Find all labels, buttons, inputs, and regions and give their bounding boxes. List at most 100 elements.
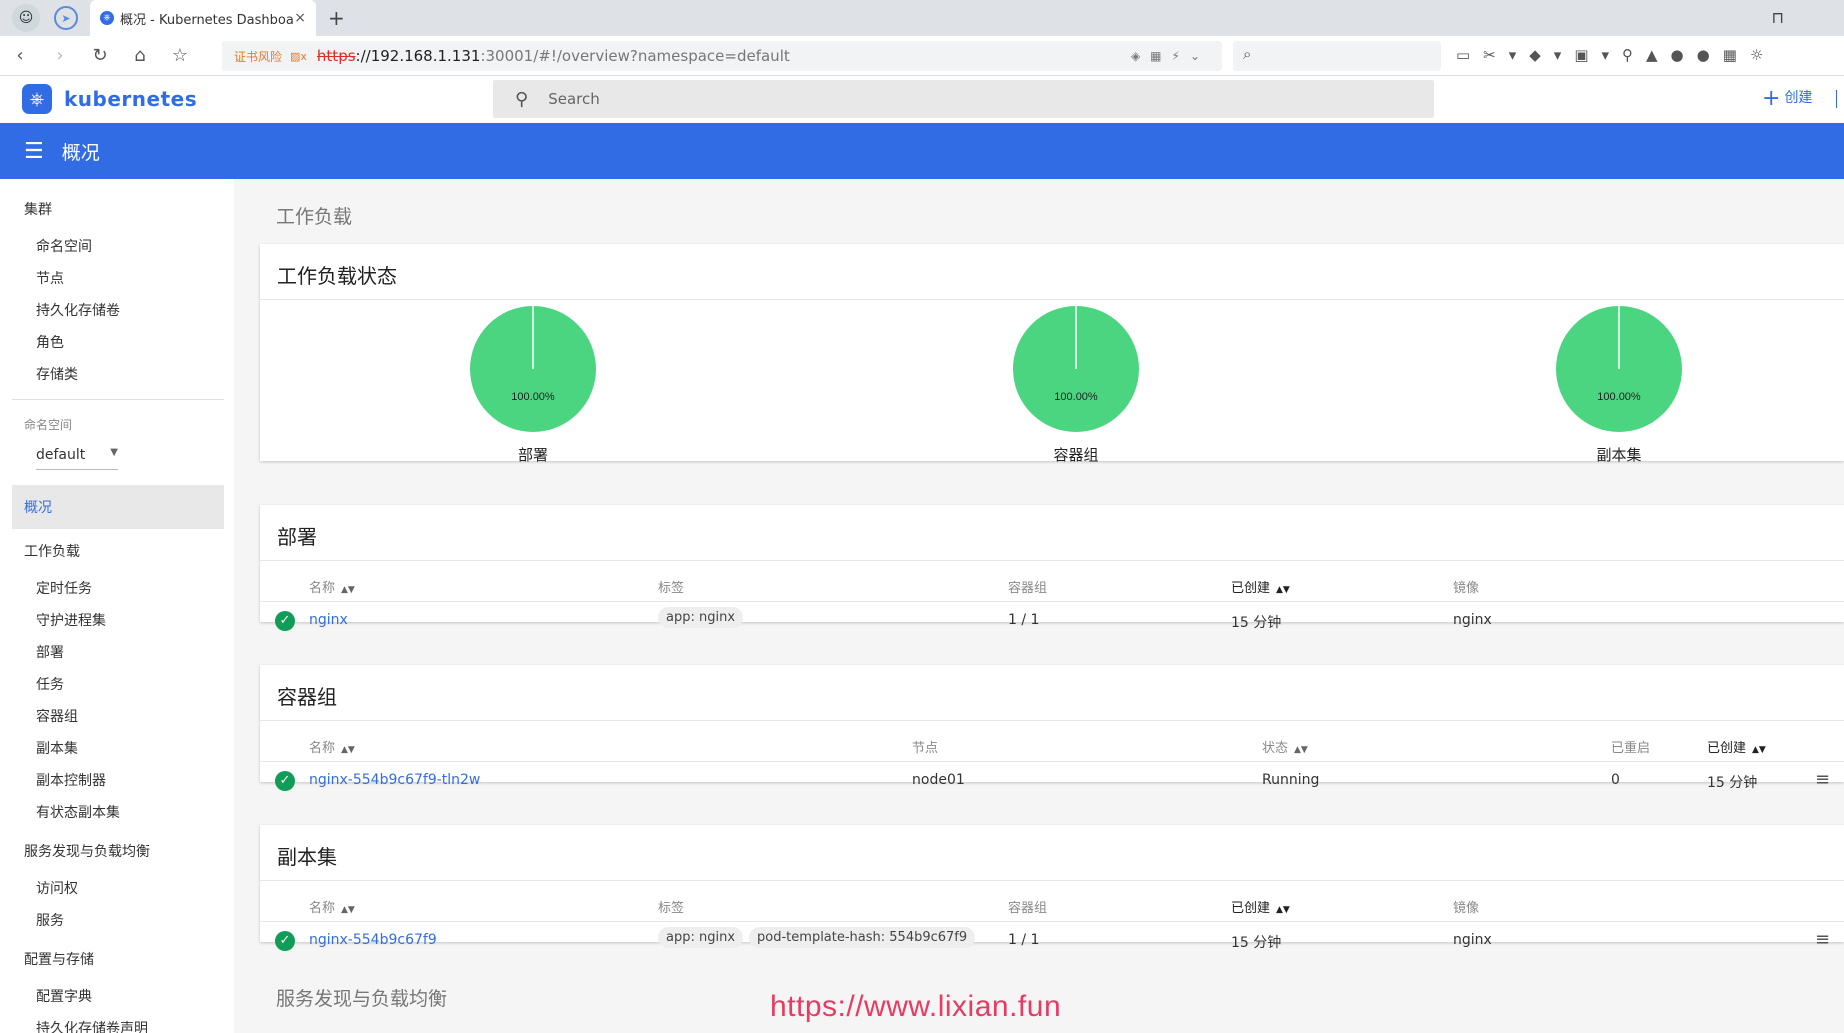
- sidebar-item-persistent-volumes[interactable]: 持久化存储卷: [36, 300, 120, 320]
- create-button[interactable]: + 创建: [1762, 86, 1812, 111]
- menu-toggle-icon[interactable]: ☰: [24, 139, 44, 164]
- pods-count: 1 / 1: [1008, 932, 1040, 948]
- home-icon[interactable]: ⌂: [120, 45, 160, 66]
- shirt-icon[interactable]: ⊓: [1772, 8, 1784, 27]
- pie-percent-label: 100.00%: [1597, 391, 1641, 403]
- card-divider: [260, 720, 1844, 721]
- sidebar-item-pvcs[interactable]: 持久化存储卷声明: [36, 1018, 148, 1033]
- pods-count: 1 / 1: [1008, 612, 1040, 628]
- deployments-title: 部署: [277, 525, 317, 549]
- sidebar-section-workloads[interactable]: 工作负载: [24, 541, 80, 561]
- sidebar-item-pods[interactable]: 容器组: [36, 706, 78, 726]
- pie-chart: 100.00%: [1556, 306, 1682, 432]
- column-header-name[interactable]: 名称 ▲▼: [309, 577, 355, 596]
- navigation-icon[interactable]: ➤: [54, 6, 78, 30]
- sort-icon[interactable]: ▲▼: [341, 905, 355, 915]
- browser-tab[interactable]: ⎈ 概况 - Kubernetes Dashboard ×: [90, 0, 316, 36]
- sidebar-item-nodes[interactable]: 节点: [36, 268, 64, 288]
- pie-chart: 100.00%: [1013, 306, 1139, 432]
- column-header-status[interactable]: 状态 ▲▼: [1262, 737, 1308, 756]
- label-chip: pod-template-hash: 554b9c67f9: [749, 927, 976, 948]
- url-scheme: https: [316, 47, 356, 65]
- dropdown-arrow-icon: ▼: [110, 447, 118, 458]
- sidebar-item-cronjobs[interactable]: 定时任务: [36, 578, 92, 598]
- discovery-section-title: 服务发现与负载均衡: [276, 988, 448, 1010]
- sidebar-item-services[interactable]: 服务: [36, 910, 64, 930]
- address-bar[interactable]: 证书风险 ▨x https ://192.168.1.131 :30001/#!…: [222, 41, 1222, 71]
- header-divider: [1836, 90, 1837, 108]
- sort-icon[interactable]: ▲▼: [1294, 745, 1308, 755]
- pie-percent-label: 100.00%: [511, 391, 555, 403]
- profile-avatar[interactable]: ☺: [12, 4, 40, 32]
- namespace-select[interactable]: default ▼: [36, 447, 118, 470]
- sidebar-item-overview-label[interactable]: 概况: [24, 497, 52, 517]
- back-icon[interactable]: ‹: [0, 45, 40, 66]
- sidebar-item-deployments[interactable]: 部署: [36, 642, 64, 662]
- column-header-pods: 容器组: [1008, 901, 1048, 916]
- deployment-name-link[interactable]: nginx: [309, 612, 348, 628]
- cert-warning[interactable]: 证书风险: [234, 48, 282, 65]
- restart-count: 0: [1611, 772, 1620, 788]
- forward-icon[interactable]: ›: [40, 45, 80, 66]
- column-header-created[interactable]: 已创建 ▲▼: [1707, 737, 1766, 756]
- reload-icon[interactable]: ↻: [80, 45, 120, 66]
- new-tab-button[interactable]: +: [328, 6, 345, 30]
- kubernetes-logo[interactable]: ⎈ kubernetes: [22, 84, 197, 114]
- tab-title: 概况 - Kubernetes Dashboard: [120, 12, 295, 28]
- created-age: 15 分钟: [1231, 935, 1282, 951]
- sort-active-icon[interactable]: ▲▼: [1276, 905, 1290, 915]
- browser-search-box[interactable]: ⌕: [1233, 41, 1441, 71]
- tab-close-icon[interactable]: ×: [294, 10, 306, 26]
- search-icon: ⚲: [515, 88, 529, 110]
- sidebar-section-cluster[interactable]: 集群: [24, 199, 52, 219]
- sidebar-item-jobs[interactable]: 任务: [36, 674, 64, 694]
- column-header-created[interactable]: 已创建 ▲▼: [1231, 577, 1290, 596]
- pod-name-link[interactable]: nginx-554b9c67f9-tln2w: [309, 772, 480, 788]
- search-input[interactable]: ⚲ Search: [493, 80, 1434, 118]
- sidebar-item-configmaps[interactable]: 配置字典: [36, 986, 92, 1006]
- namespace-value: default: [36, 447, 86, 463]
- status-ok-icon: ✓: [275, 771, 295, 791]
- extension-icons[interactable]: ▭✂▾◆▾▣▾⚲▲●●▦☼: [1456, 46, 1776, 64]
- column-header-name[interactable]: 名称 ▲▼: [309, 897, 355, 916]
- sidebar-item-daemonsets[interactable]: 守护进程集: [36, 610, 106, 630]
- sidebar-item-ingresses[interactable]: 访问权: [36, 878, 78, 898]
- namespace-label: 命名空间: [24, 418, 73, 432]
- row-menu-icon[interactable]: ≡: [1815, 769, 1830, 790]
- bookmark-star-icon[interactable]: ☆: [160, 45, 200, 66]
- sidebar-item-statefulsets[interactable]: 有状态副本集: [36, 802, 120, 822]
- sidebar-item-roles[interactable]: 角色: [36, 332, 64, 352]
- status-ok-icon: ✓: [275, 931, 295, 951]
- workload-status-title: 工作负载状态: [277, 264, 397, 288]
- sidebar-section-config[interactable]: 配置与存储: [24, 949, 94, 969]
- sidebar-item-namespaces[interactable]: 命名空间: [36, 236, 92, 256]
- row-menu-icon[interactable]: ≡: [1815, 929, 1830, 950]
- replicaset-name-link[interactable]: nginx-554b9c67f9: [309, 932, 437, 948]
- column-header-pods: 容器组: [1008, 581, 1048, 596]
- pods-title: 容器组: [277, 685, 337, 709]
- column-header-labels: 标签: [658, 901, 685, 916]
- sidebar-item-storage-classes[interactable]: 存储类: [36, 364, 78, 384]
- sidebar: 集群 命名空间 节点 持久化存储卷 角色 存储类 命名空间 default ▼ …: [0, 179, 234, 1033]
- url-host: ://192.168.1.131: [355, 47, 481, 65]
- sort-active-icon[interactable]: ▲▼: [1276, 585, 1290, 595]
- replicasets-card: 副本集 名称 ▲▼ 标签 容器组 已创建 ▲▼ 镜像 ✓ nginx-554b9c6…: [260, 825, 1844, 951]
- column-header-image: 镜像: [1453, 581, 1480, 596]
- sidebar-item-replication-controllers[interactable]: 副本控制器: [36, 770, 106, 790]
- sort-icon[interactable]: ▲▼: [341, 745, 355, 755]
- status-ok-icon: ✓: [275, 611, 295, 631]
- column-header-created[interactable]: 已创建 ▲▼: [1231, 897, 1290, 916]
- created-age: 15 分钟: [1231, 615, 1282, 631]
- workload-status-card: 工作负载状态 100.00% 部署 100.00% 容器组 100.00% 副本集: [260, 244, 1844, 464]
- app-header: ⎈ kubernetes ⚲ Search + 创建: [0, 76, 1844, 123]
- deployments-card: 部署 名称 ▲▼ 标签 容器组 已创建 ▲▼ 镜像 ✓ nginx app: ngi…: [260, 505, 1844, 631]
- sidebar-item-replicasets[interactable]: 副本集: [36, 738, 78, 758]
- sort-active-icon[interactable]: ▲▼: [1752, 745, 1766, 755]
- column-header-image: 镜像: [1453, 901, 1480, 916]
- sidebar-section-discovery[interactable]: 服务发现与负载均衡: [24, 841, 150, 861]
- address-bar-icons[interactable]: ◈▦⚡⌄: [1131, 49, 1210, 63]
- label-chip: app: nginx: [658, 927, 744, 948]
- sort-icon[interactable]: ▲▼: [341, 585, 355, 595]
- pie-chart: 100.00%: [470, 306, 596, 432]
- column-header-name[interactable]: 名称 ▲▼: [309, 737, 355, 756]
